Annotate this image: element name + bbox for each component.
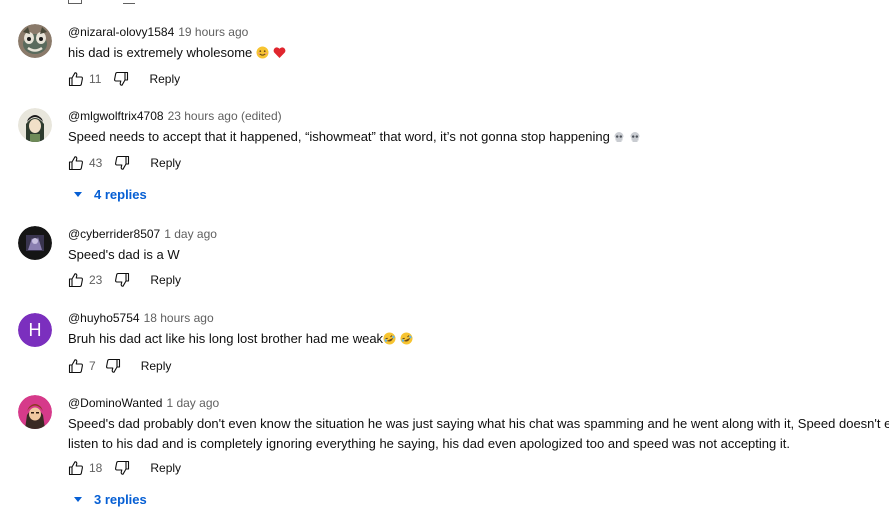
like-count: 23	[89, 273, 103, 287]
previous-comment-actions	[68, 0, 268, 6]
avatar[interactable]: H	[18, 313, 52, 347]
comment-time[interactable]: 1 day ago	[164, 227, 217, 241]
comment-author[interactable]: @mlgwolftrix4708	[68, 109, 164, 123]
view-replies-button[interactable]: 4 replies	[74, 184, 147, 204]
reply-button[interactable]: Reply	[149, 72, 180, 86]
like-count: 43	[89, 156, 103, 170]
comment-author[interactable]: @DominoWanted	[68, 396, 162, 410]
comment-text: Speed's dad is a W	[68, 247, 180, 262]
comment-actions: 23 Reply	[68, 270, 181, 290]
previous-dislike-icon[interactable]	[123, 0, 135, 4]
avatar[interactable]	[18, 226, 52, 260]
comment-text: Bruh his dad act like his long lost brot…	[68, 329, 889, 351]
skull-emoji-icon	[629, 129, 641, 149]
previous-like-icon[interactable]	[68, 0, 82, 4]
replies-label: 4 replies	[94, 186, 147, 202]
avatar[interactable]	[18, 108, 52, 142]
comment-actions: 11 Reply	[68, 69, 180, 89]
like-icon[interactable]	[68, 71, 84, 87]
comment-author[interactable]: @nizaral-olovy1584	[68, 25, 174, 39]
comment-text-line: Speed's dad probably don't even know the…	[68, 416, 889, 431]
view-replies-button[interactable]: 3 replies	[74, 489, 147, 509]
rofl-emoji-icon	[400, 331, 413, 351]
avatar[interactable]	[18, 395, 52, 429]
comment-actions: 43 Reply	[68, 153, 181, 173]
avatar[interactable]	[18, 24, 52, 58]
comment-time[interactable]: 19 hours ago	[178, 25, 248, 39]
like-icon[interactable]	[68, 272, 84, 288]
dislike-icon[interactable]	[113, 71, 129, 87]
comment-text-line: listen to his dad and is completely igno…	[68, 436, 790, 451]
comment-header: @DominoWanted 1 day ago	[68, 395, 889, 411]
comment-text: his dad is extremely wholesome	[68, 43, 889, 65]
like-icon[interactable]	[68, 155, 84, 171]
comment-actions: 7 Reply	[68, 356, 171, 376]
dislike-icon[interactable]	[114, 460, 130, 476]
like-count: 7	[89, 359, 96, 373]
like-icon[interactable]	[68, 358, 84, 374]
like-count: 18	[89, 461, 103, 475]
like-count: 11	[89, 72, 102, 86]
reply-button[interactable]: Reply	[150, 461, 181, 475]
comment-time[interactable]: 18 hours ago	[144, 311, 214, 325]
comment-actions: 18 Reply	[68, 458, 181, 478]
reply-button[interactable]: Reply	[150, 273, 181, 287]
comment-author[interactable]: @huyho5754	[68, 311, 140, 325]
dislike-icon[interactable]	[114, 272, 130, 288]
chevron-down-icon	[74, 191, 82, 197]
dislike-icon[interactable]	[105, 358, 121, 374]
chevron-down-icon	[74, 496, 82, 502]
avatar-letter: H	[18, 313, 52, 347]
comment-author[interactable]: @cyberrider8507	[68, 227, 160, 241]
rofl-emoji-icon	[383, 331, 396, 351]
comment-header: @cyberrider8507 1 day ago	[68, 226, 889, 242]
comment-header: @nizaral-olovy1584 19 hours ago	[68, 24, 889, 40]
comment-time[interactable]: 1 day ago	[166, 396, 219, 410]
reply-button[interactable]: Reply	[150, 156, 181, 170]
red-heart-emoji-icon	[273, 45, 286, 65]
like-icon[interactable]	[68, 460, 84, 476]
comment-time[interactable]: 23 hours ago (edited)	[168, 109, 282, 123]
comment-header: @huyho5754 18 hours ago	[68, 310, 889, 326]
reply-button[interactable]: Reply	[141, 359, 172, 373]
replies-label: 3 replies	[94, 491, 147, 507]
skull-emoji-icon	[613, 129, 625, 149]
dislike-icon[interactable]	[114, 155, 130, 171]
comment-text: Speed needs to accept that it happened, …	[68, 127, 889, 149]
smiling-face-emoji-icon	[256, 45, 269, 65]
comment-header: @mlgwolftrix4708 23 hours ago (edited)	[68, 108, 889, 124]
comment-text: Speed's dad probably don't even know the…	[68, 414, 889, 454]
